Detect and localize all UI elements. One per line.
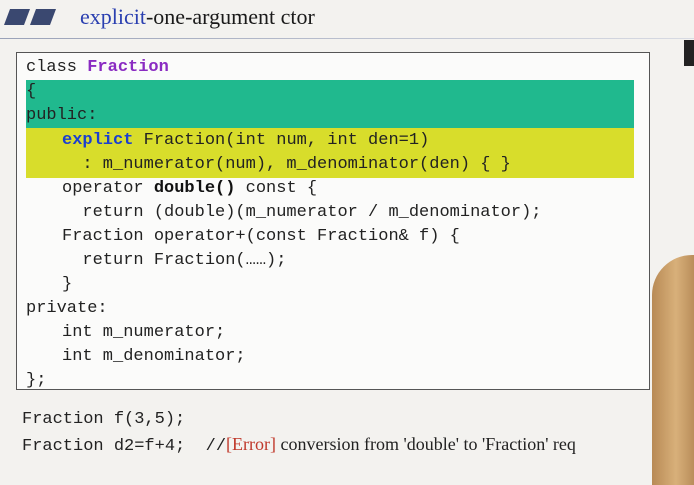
code-line: class Fraction	[26, 58, 169, 77]
edge-tab	[684, 40, 694, 66]
code-line: return Fraction(……);	[62, 251, 287, 270]
presenter-silhouette	[652, 255, 694, 485]
header-rule	[0, 38, 694, 39]
code-line: };	[26, 371, 47, 390]
slide-header: explicit-one-argument ctor	[0, 0, 694, 38]
title-accent: explicit	[80, 4, 146, 29]
code-line: }	[62, 275, 73, 294]
code-line: int m_numerator;	[62, 323, 226, 342]
error-message: conversion from 'double' to 'Fraction' r…	[276, 434, 576, 454]
usage-line-2: Fraction d2=f+4; //[Error] conversion fr…	[22, 434, 576, 456]
code-line: int m_denominator;	[62, 347, 246, 366]
code-line: operator double() const {	[62, 179, 318, 198]
code-line: Fraction operator+(const Fraction& f) {	[62, 227, 460, 246]
explicit-keyword: explict	[62, 131, 134, 150]
code-line: private:	[26, 299, 108, 318]
slide-title: explicit-one-argument ctor	[80, 4, 315, 30]
error-tag: [Error]	[226, 434, 277, 454]
code-line: : m_numerator(num), m_denominator(den) {…	[62, 155, 511, 174]
code-line: return (double)(m_numerator / m_denomina…	[62, 203, 542, 222]
code-line: public:	[26, 106, 98, 125]
usage-line-1: Fraction f(3,5);	[22, 410, 186, 429]
title-rest: -one-argument ctor	[145, 4, 315, 29]
class-name: Fraction	[87, 58, 169, 77]
code-line: {	[26, 82, 37, 101]
logo-icon	[4, 9, 56, 25]
highlight-explicit-ctor	[26, 80, 634, 130]
code-line: explict Fraction(int num, int den=1)	[62, 131, 430, 150]
